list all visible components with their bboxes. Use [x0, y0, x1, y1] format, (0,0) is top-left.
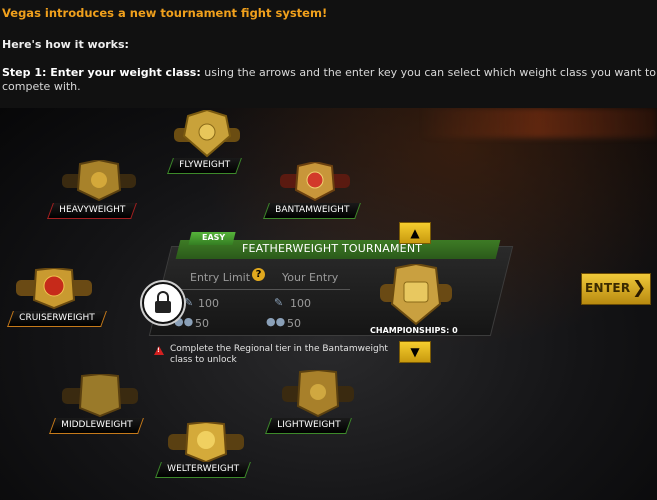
headline: Vegas introduces a new tournament fight …: [2, 6, 328, 20]
entry-limit-stamina: 100: [198, 297, 219, 310]
difficulty-text: EASY: [202, 233, 226, 242]
chevron-right-icon: ❯: [632, 278, 647, 298]
question-icon[interactable]: ?: [252, 268, 265, 281]
step-label: Step 1: Enter your weight class:: [2, 66, 201, 79]
welterweight-belt[interactable]: [168, 422, 244, 464]
stamina-icon: ✎: [184, 296, 194, 309]
stamina-icon: ✎: [274, 296, 284, 309]
belt-icon: [16, 268, 92, 310]
middleweight-belt[interactable]: [62, 374, 138, 418]
belt-icon: [62, 374, 138, 418]
belt-icon: [174, 110, 240, 158]
featherweight-belt: [380, 264, 452, 326]
up-arrow-button[interactable]: ▲: [399, 222, 431, 244]
heavyweight-label[interactable]: HEAVYWEIGHT: [47, 203, 138, 219]
flyweight-belt[interactable]: [174, 110, 240, 158]
padlock-icon: [142, 282, 184, 324]
step-1-text: Step 1: Enter your weight class: using t…: [2, 66, 657, 94]
welterweight-label[interactable]: WELTERWEIGHT: [155, 462, 251, 478]
flyweight-label[interactable]: FLYWEIGHT: [167, 158, 242, 174]
how-it-works-heading: Here's how it works:: [2, 38, 129, 51]
column-divider: [180, 289, 350, 290]
belt-icon: [380, 264, 452, 326]
background-skyline: [420, 108, 657, 138]
unlock-message: Complete the Regional tier in the Bantam…: [170, 344, 388, 365]
enter-button-label: ENTER: [585, 281, 631, 295]
belt-icon: [62, 160, 136, 202]
tournament-title: FEATHERWEIGHT TOURNAMENT: [242, 242, 423, 255]
championships-count: CHAMPIONSHIPS: 0: [370, 326, 458, 335]
level-icon: ●●: [266, 315, 286, 328]
bantamweight-belt[interactable]: [280, 162, 350, 202]
cruiserweight-label[interactable]: CRUISERWEIGHT: [7, 311, 107, 327]
lightweight-label[interactable]: LIGHTWEIGHT: [265, 418, 353, 434]
entry-limit-label: Entry Limit: [190, 271, 251, 284]
your-entry-label: Your Entry: [282, 271, 339, 284]
cruiserweight-belt[interactable]: [16, 268, 92, 310]
tournament-screen: FLYWEIGHT HEAVYWEIGHT BANTAMWEIGHT CRUIS…: [0, 108, 657, 500]
enter-button[interactable]: ENTER ❯: [581, 273, 651, 305]
heavyweight-belt[interactable]: [62, 160, 136, 202]
middleweight-label[interactable]: MIDDLEWEIGHT: [49, 418, 145, 434]
entry-limit-level: 50: [195, 317, 209, 330]
belt-icon: [168, 422, 244, 464]
bantamweight-label[interactable]: BANTAMWEIGHT: [263, 203, 362, 219]
lightweight-belt[interactable]: [282, 370, 354, 418]
belt-icon: [280, 162, 350, 202]
instructions-block: Vegas introduces a new tournament fight …: [0, 0, 657, 108]
your-entry-stamina: 100: [290, 297, 311, 310]
your-entry-level: 50: [287, 317, 301, 330]
belt-icon: [282, 370, 354, 418]
